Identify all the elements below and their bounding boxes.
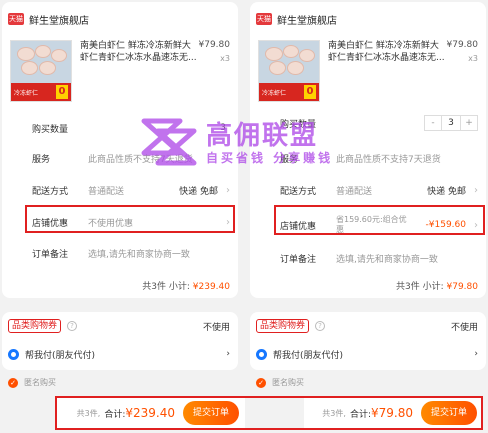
quantity-label: 购买数量 xyxy=(32,124,69,135)
friend-pay-row[interactable]: 帮我付(朋友代付) › xyxy=(8,346,230,362)
delivery-row[interactable]: 配送方式 普通配送 快递 免邮 › xyxy=(32,182,230,198)
anonymous-label: 匿名购买 xyxy=(272,378,304,387)
chevron-right-icon: › xyxy=(226,184,230,196)
product-price: ¥79.80 xyxy=(446,40,479,50)
service-value: 此商品性质不支持7天退货 xyxy=(336,154,441,165)
friend-pay-label: 帮我付(朋友代付) xyxy=(273,350,344,361)
anonymous-label: 匿名购买 xyxy=(24,378,56,387)
quantity-value[interactable]: 3 xyxy=(220,123,226,133)
quantity-row: 购买数量 - 3 + xyxy=(280,115,478,131)
anonymous-purchase[interactable]: ✓ 匿名购买 xyxy=(8,377,56,388)
chevron-right-icon: › xyxy=(474,184,478,196)
store-name[interactable]: 鲜生堂旗舰店 xyxy=(29,12,89,27)
remark-input[interactable]: 选填,请先和商家协商一致 xyxy=(88,247,230,260)
category-coupon-value: 不使用 xyxy=(202,322,230,333)
subtotal-price: ¥239.40 xyxy=(192,282,230,292)
subtotal-prefix: 共3件 小计: xyxy=(142,282,190,292)
highlight-box-footer xyxy=(55,396,483,430)
decrement-button[interactable]: - xyxy=(425,116,441,130)
service-value: 此商品性质不支持7天退货 xyxy=(88,154,193,165)
anonymous-purchase[interactable]: ✓ 匿名购买 xyxy=(256,377,304,388)
coupon-card: 品类购物券 ? 不使用 帮我付(朋友代付) › xyxy=(250,312,486,370)
quantity-stepper[interactable]: - 3 + xyxy=(424,115,478,131)
service-label: 服务 xyxy=(32,154,51,165)
remark-row[interactable]: 订单备注 选填,请先和商家协商一致 xyxy=(32,245,230,261)
chevron-right-icon: › xyxy=(474,349,478,359)
subtotal-price: ¥79.80 xyxy=(446,282,479,292)
category-coupon-row[interactable]: 品类购物券 ? 不使用 xyxy=(256,318,478,334)
product-image-badge: 0 xyxy=(56,85,68,99)
product-image[interactable]: 冷冻虾仁 0 xyxy=(10,40,72,102)
remark-input[interactable]: 选填,请先和商家协商一致 xyxy=(336,252,478,265)
tmall-badge: 天猫 xyxy=(8,13,24,25)
chevron-right-icon: › xyxy=(226,349,230,359)
product-image[interactable]: 冷冻虾仁 0 xyxy=(258,40,320,102)
delivery-label: 配送方式 xyxy=(280,186,317,197)
friend-pay-icon xyxy=(8,348,19,360)
coupon-card: 品类购物券 ? 不使用 帮我付(朋友代付) › xyxy=(2,312,238,370)
help-icon[interactable]: ? xyxy=(315,321,326,331)
product-image-badge: 0 xyxy=(304,85,316,99)
subtotal: 共3件 小计: ¥239.40 xyxy=(142,279,230,292)
remark-label: 订单备注 xyxy=(280,254,317,265)
product-price: ¥79.80 xyxy=(198,40,231,50)
order-panel-before: 天猫 鲜生堂旗舰店 冷冻虾仁 0 南美白虾仁 鲜冻冷冻新鲜大虾仁青虾仁冰冻水晶速… xyxy=(0,0,240,433)
service-row: 服务 此商品性质不支持7天退货 xyxy=(280,150,478,166)
checkbox-checked-icon[interactable]: ✓ xyxy=(256,377,266,388)
tmall-badge: 天猫 xyxy=(256,13,272,25)
delivery-method: 快递 免邮 xyxy=(179,186,218,197)
store-card: 天猫 鲜生堂旗舰店 冷冻虾仁 0 南美白虾仁 鲜冻冷冻新鲜大虾仁青虾仁冰冻水晶速… xyxy=(250,2,486,298)
highlight-box-discount xyxy=(25,205,235,233)
category-coupon-row[interactable]: 品类购物券 ? 不使用 xyxy=(8,318,230,334)
product-qty: x3 xyxy=(468,54,478,63)
friend-pay-row[interactable]: 帮我付(朋友代付) › xyxy=(256,346,478,362)
checkbox-checked-icon[interactable]: ✓ xyxy=(8,377,18,388)
store-card: 天猫 鲜生堂旗舰店 冷冻虾仁 0 南美白虾仁 鲜冻冷冻新鲜大虾仁青虾仁冰冻水晶速… xyxy=(2,2,238,298)
subtotal: 共3件 小计: ¥79.80 xyxy=(396,279,478,292)
product-qty: x3 xyxy=(220,54,230,63)
quantity-row: 购买数量 3 xyxy=(32,120,230,136)
product-title[interactable]: 南美白虾仁 鲜冻冷冻新鲜大虾仁青虾仁冰冻水晶速冻无... xyxy=(328,40,446,64)
delivery-method: 快递 免邮 xyxy=(427,186,466,197)
category-coupon-tag: 品类购物券 xyxy=(256,319,310,333)
quantity-value[interactable]: 3 xyxy=(441,116,461,130)
store-name[interactable]: 鲜生堂旗舰店 xyxy=(277,12,337,27)
friend-pay-label: 帮我付(朋友代付) xyxy=(25,350,96,361)
service-row: 服务 此商品性质不支持7天退货 xyxy=(32,150,230,166)
remark-label: 订单备注 xyxy=(32,249,69,260)
quantity-label: 购买数量 xyxy=(280,119,317,130)
remark-row[interactable]: 订单备注 选填,请先和商家协商一致 xyxy=(280,250,478,266)
delivery-label: 配送方式 xyxy=(32,186,69,197)
delivery-value: 普通配送 xyxy=(88,186,125,197)
product-title[interactable]: 南美白虾仁 鲜冻冷冻新鲜大虾仁青虾仁冰冻水晶速冻无... xyxy=(80,40,198,64)
delivery-value: 普通配送 xyxy=(336,186,373,197)
delivery-row[interactable]: 配送方式 普通配送 快递 免邮 › xyxy=(280,182,478,198)
order-panel-after: 天猫 鲜生堂旗舰店 冷冻虾仁 0 南美白虾仁 鲜冻冷冻新鲜大虾仁青虾仁冰冻水晶速… xyxy=(248,0,488,433)
category-coupon-tag: 品类购物券 xyxy=(8,319,62,333)
store-header: 天猫 鲜生堂旗舰店 xyxy=(8,10,89,28)
subtotal-prefix: 共3件 小计: xyxy=(396,282,444,292)
category-coupon-value: 不使用 xyxy=(450,322,478,333)
highlight-box-discount xyxy=(274,205,485,235)
store-header: 天猫 鲜生堂旗舰店 xyxy=(256,10,337,28)
friend-pay-icon xyxy=(256,348,267,360)
help-icon[interactable]: ? xyxy=(67,321,78,331)
increment-button[interactable]: + xyxy=(461,116,477,130)
service-label: 服务 xyxy=(280,154,299,165)
